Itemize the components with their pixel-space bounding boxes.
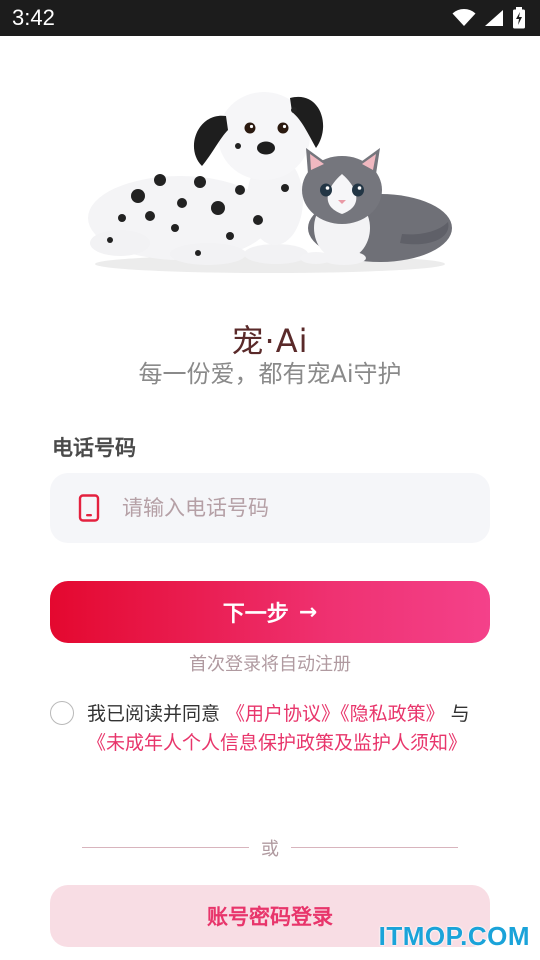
status-icons [452, 7, 526, 29]
status-bar: 3:42 [0, 0, 540, 36]
agreement-prefix: 我已阅读并同意 [87, 703, 227, 725]
divider-line-right [291, 847, 458, 848]
dalmatian-puppy [88, 92, 324, 265]
battery-charging-icon [512, 7, 526, 29]
or-divider: 或 [82, 835, 458, 861]
status-time: 3:42 [12, 5, 55, 30]
agreement-checkbox[interactable] [50, 701, 74, 725]
minor-policy-link[interactable]: 《未成年人个人信息保护政策及监护人须知》 [87, 732, 467, 754]
gray-kitten [300, 148, 452, 265]
cell-signal-icon [484, 9, 504, 27]
agreement-and: 与 [444, 703, 470, 725]
privacy-policy-link[interactable]: 《隐私政策》 [340, 703, 445, 725]
watermark: ITMOP.COM [378, 921, 530, 951]
mobile-phone-icon [78, 494, 122, 522]
phone-label: 电话号码 [52, 436, 136, 460]
divider-line-left [82, 847, 249, 848]
auto-register-hint: 首次登录将自动注册 [189, 654, 351, 675]
wifi-icon [452, 9, 476, 27]
app-subtitle: 每一份爱，都有宠Ai守护 [138, 360, 402, 388]
phone-field[interactable] [50, 473, 490, 543]
phone-input[interactable] [122, 496, 452, 520]
hero-illustration [80, 78, 460, 278]
arrow-right-icon: → [298, 599, 318, 625]
user-agreement-link[interactable]: 《用户协议》 [226, 703, 340, 725]
next-button[interactable]: 下一步 → [50, 581, 490, 643]
next-button-label: 下一步 [222, 602, 289, 627]
divider-text: 或 [261, 839, 279, 860]
agreement-text: 我已阅读并同意 《用户协议》《隐私政策》 与 《未成年人个人信息保护政策及监护人… [87, 700, 487, 757]
